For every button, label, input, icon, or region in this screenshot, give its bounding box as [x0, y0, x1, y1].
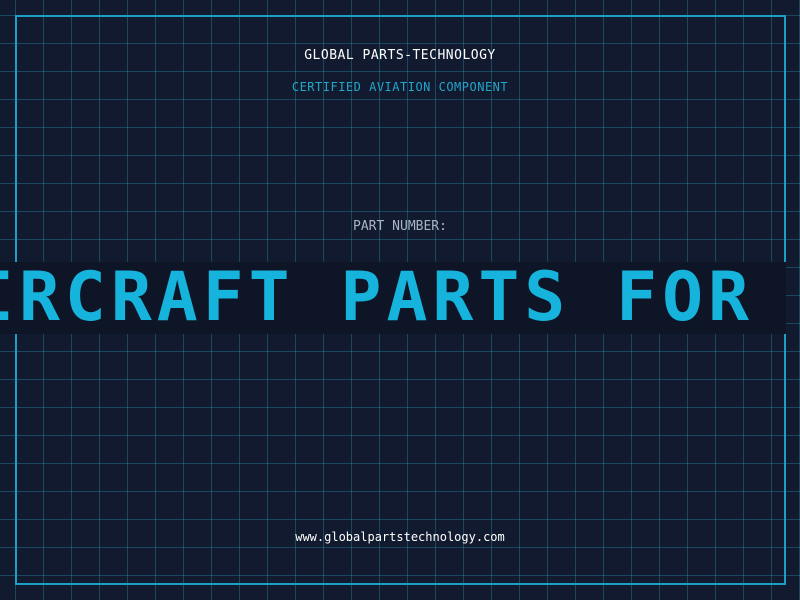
scrolling-part-text: IRCRAFT PARTS FOR: [0, 262, 754, 334]
company-name: GLOBAL PARTS-TECHNOLOGY: [304, 48, 496, 63]
website-link[interactable]: www.globalpartstechnology.com: [0, 530, 800, 544]
part-number-display: IRCRAFT PARTS FOR: [0, 262, 786, 334]
certification-subtitle: CERTIFIED AVIATION COMPONENT: [291, 80, 509, 94]
part-number-label: PART NUMBER:: [353, 219, 447, 234]
